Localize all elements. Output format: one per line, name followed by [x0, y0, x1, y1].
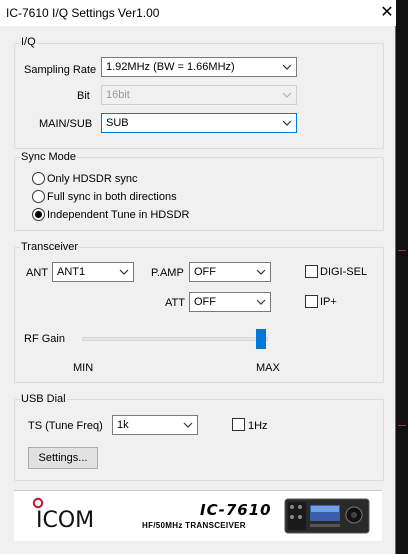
ip-plus-label[interactable]: IP+ [320, 296, 337, 308]
ts-select[interactable]: 1k [112, 415, 198, 435]
chevron-down-icon [119, 269, 129, 275]
sampling-rate-select[interactable]: 1.92MHz (BW = 1.66MHz) [101, 57, 297, 77]
sync-mode-legend: Sync Mode [20, 151, 78, 163]
iq-legend: I/Q [20, 36, 37, 48]
ts-value: 1k [117, 419, 129, 431]
radio-full-sync-label[interactable]: Full sync in both directions [47, 191, 177, 203]
rf-gain-max-label: MAX [256, 362, 280, 374]
rf-gain-slider-track[interactable] [82, 337, 268, 341]
att-value: OFF [194, 296, 216, 308]
radio-full-sync[interactable] [32, 190, 45, 203]
pamp-select[interactable]: OFF [189, 262, 271, 282]
ant-select[interactable]: ANT1 [52, 262, 134, 282]
radio-selected-dot [35, 211, 42, 218]
bit-select: 16bit [101, 85, 297, 105]
rf-gain-min-label: MIN [73, 362, 94, 374]
chevron-down-icon [256, 299, 266, 305]
close-icon[interactable]: ✕ [376, 2, 398, 24]
sampling-rate-label: Sampling Rate [24, 64, 97, 76]
ant-value: ANT1 [57, 266, 86, 278]
brand-banner: ICOM IC-7610 HF/50MHz TRANSCEIVER [14, 490, 382, 541]
one-hz-label[interactable]: 1Hz [248, 420, 268, 432]
window-title: IC-7610 I/Q Settings Ver1.00 [6, 6, 160, 20]
model-tagline: HF/50MHz TRANSCEIVER [142, 521, 246, 530]
ant-label: ANT [26, 267, 48, 279]
background-tick [398, 250, 406, 251]
ip-plus-checkbox[interactable] [305, 295, 318, 308]
pamp-label: P.AMP [151, 267, 184, 279]
title-bar: IC-7610 I/Q Settings Ver1.00 ✕ [0, 0, 396, 26]
pamp-value: OFF [194, 266, 216, 278]
settings-button[interactable]: Settings... [28, 447, 98, 469]
chevron-down-icon [282, 64, 292, 70]
one-hz-checkbox[interactable] [232, 418, 245, 431]
radio-independent-tune[interactable] [32, 208, 45, 221]
main-sub-label: MAIN/SUB [39, 118, 93, 130]
icom-logo-text: ICOM [36, 508, 95, 533]
radio-only-hdsdr-sync[interactable] [32, 172, 45, 185]
main-sub-select[interactable]: SUB [101, 113, 297, 133]
radio-independent-tune-label[interactable]: Independent Tune in HDSDR [47, 209, 189, 221]
radio-only-hdsdr-sync-label[interactable]: Only HDSDR sync [47, 173, 137, 185]
digi-sel-label[interactable]: DIGI-SEL [320, 266, 367, 278]
ts-label: TS (Tune Freq) [28, 420, 103, 432]
chevron-down-icon [256, 269, 266, 275]
digi-sel-checkbox[interactable] [305, 265, 318, 278]
rf-gain-label: RF Gain [24, 333, 65, 345]
usb-dial-legend: USB Dial [20, 393, 67, 405]
bit-label: Bit [77, 90, 90, 102]
att-label: ATT [165, 297, 185, 309]
chevron-down-icon [282, 120, 292, 126]
main-sub-value: SUB [106, 117, 129, 129]
att-select[interactable]: OFF [189, 292, 271, 312]
transceiver-image [284, 498, 370, 534]
rf-gain-slider-thumb[interactable] [256, 329, 266, 349]
sampling-rate-value: 1.92MHz (BW = 1.66MHz) [106, 61, 235, 73]
chevron-down-icon [282, 92, 292, 98]
bit-value: 16bit [106, 89, 130, 101]
background-strip [396, 0, 408, 554]
transceiver-legend: Transceiver [20, 241, 80, 253]
background-tick [398, 425, 406, 426]
chevron-down-icon [183, 422, 193, 428]
settings-dialog: IC-7610 I/Q Settings Ver1.00 ✕ I/Q Sampl… [0, 0, 396, 554]
model-name: IC-7610 [200, 501, 272, 519]
